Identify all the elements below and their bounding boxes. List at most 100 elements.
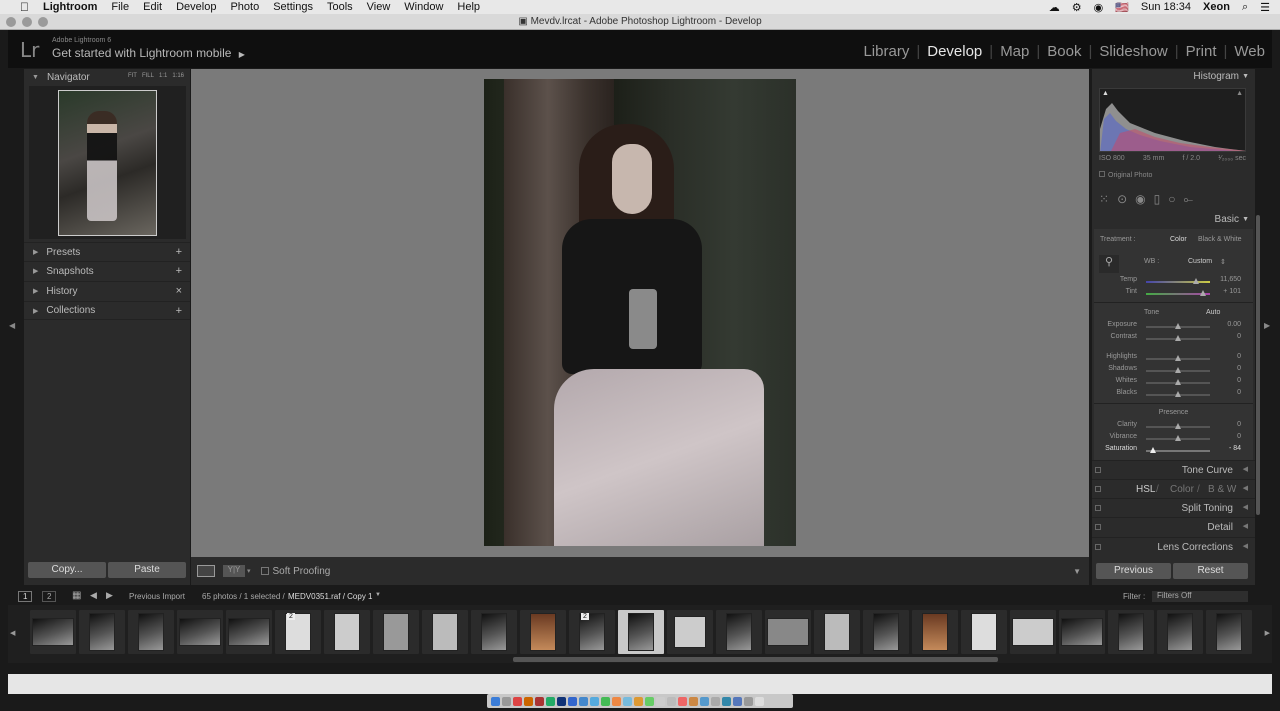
adjustment-brush-icon[interactable]: ⟜ (1183, 192, 1193, 207)
presets-section[interactable]: ▶ Presets + (24, 242, 190, 261)
app-icon[interactable] (590, 696, 599, 706)
exposure-knob[interactable] (1175, 323, 1181, 329)
file-menu-arrow-icon[interactable]: ▼ (375, 592, 381, 598)
app-icon[interactable] (678, 696, 687, 706)
filmstrip-thumbnail[interactable] (373, 610, 419, 654)
app-icon[interactable] (612, 696, 621, 706)
filmstrip-thumbnail[interactable] (1059, 610, 1105, 654)
whites-track[interactable] (1146, 379, 1210, 385)
left-panel-collapse-arrow-icon[interactable]: ◀ (9, 321, 15, 330)
expand-triangle-icon[interactable]: ◀ (1243, 503, 1248, 511)
filmstrip-thumbnail[interactable] (912, 610, 958, 654)
collapse-triangle-icon[interactable]: ▼ (1242, 69, 1249, 85)
module-library[interactable]: Library (856, 43, 916, 60)
exposure-slider[interactable]: Exposure 0.00 (1094, 321, 1253, 333)
expand-triangle-icon[interactable]: ▶ (33, 287, 38, 295)
clarity-track[interactable] (1146, 423, 1210, 429)
whites-value[interactable]: 0 (1237, 377, 1241, 384)
main-photo[interactable] (484, 79, 796, 546)
menu-photo[interactable]: Photo (230, 1, 259, 13)
filter-value[interactable]: Filters Off (1157, 591, 1192, 600)
contrast-slider[interactable]: Contrast 0 (1094, 333, 1253, 345)
current-file-name[interactable]: MEDV0351.raf / Copy 1 (288, 592, 372, 601)
back-arrow-icon[interactable]: ◀ (90, 590, 97, 601)
saturation-track[interactable] (1146, 447, 1210, 453)
grid-view-icon[interactable]: ▦ (72, 590, 81, 601)
module-develop[interactable]: Develop (920, 43, 989, 60)
hsl-tab[interactable]: HSL (1136, 484, 1155, 495)
tool-icon[interactable]: ⚙ (1072, 1, 1082, 14)
flag-icon[interactable]: 🇺🇸 (1115, 1, 1129, 14)
filmstrip-thumbnail[interactable] (520, 610, 566, 654)
stack-badge[interactable]: 2 (287, 613, 295, 620)
filmstrip-thumbnail[interactable] (1108, 610, 1154, 654)
app-icon[interactable] (634, 696, 643, 706)
hsl-section[interactable]: HSL / Color / B & W ◀ (1092, 479, 1255, 498)
clarity-knob[interactable] (1175, 423, 1181, 429)
navigator-thumbnail[interactable] (58, 90, 157, 236)
toolbar-menu-arrow-icon[interactable]: ▼ (1073, 567, 1081, 576)
menu-develop[interactable]: Develop (176, 1, 216, 13)
stack-badge[interactable]: 2 (581, 613, 589, 620)
saturation-slider[interactable]: Saturation - 84 (1094, 445, 1253, 457)
bw-tab[interactable]: B & W (1208, 484, 1236, 495)
filmstrip-thumbnail[interactable] (716, 610, 762, 654)
identity-plate-mobile[interactable]: Get started with Lightroom mobile ▶ (52, 46, 245, 60)
temp-value[interactable]: 11,650 (1220, 276, 1241, 283)
zoom-1-1[interactable]: 1:1 (159, 73, 167, 79)
menu-settings[interactable]: Settings (273, 1, 313, 13)
shadows-track[interactable] (1146, 367, 1210, 373)
shadows-slider[interactable]: Shadows 0 (1094, 365, 1253, 377)
detail-section[interactable]: Detail ◀ (1092, 517, 1255, 536)
app-icon[interactable] (546, 696, 555, 706)
filmstrip[interactable]: ◀ ▶ 2 2 (8, 605, 1272, 663)
app-icon[interactable] (733, 696, 742, 706)
tint-track[interactable] (1146, 290, 1210, 296)
expand-triangle-icon[interactable]: ◀ (1243, 465, 1248, 473)
saturation-value[interactable]: - 84 (1229, 445, 1241, 452)
expand-triangle-icon[interactable]: ▶ (33, 248, 38, 256)
filmstrip-thumbnail[interactable] (324, 610, 370, 654)
app-icon[interactable] (645, 696, 654, 706)
navigator-preview[interactable] (29, 86, 186, 239)
filmstrip-thumbnail[interactable] (1157, 610, 1203, 654)
trash-icon[interactable] (755, 696, 764, 706)
filmstrip-thumbnail[interactable] (961, 610, 1007, 654)
lens-corrections-section[interactable]: Lens Corrections ◀ (1092, 537, 1255, 556)
expand-triangle-icon[interactable]: ◀ (1243, 484, 1248, 492)
menu-edit[interactable]: Edit (143, 1, 162, 13)
tint-value[interactable]: + 101 (1223, 288, 1241, 295)
split-toning-section[interactable]: Split Toning ◀ (1092, 498, 1255, 517)
panel-toggle-switch[interactable] (1095, 544, 1101, 550)
blacks-knob[interactable] (1175, 391, 1181, 397)
menu-help[interactable]: Help (457, 1, 480, 13)
saturation-knob[interactable] (1150, 447, 1156, 453)
red-eye-icon[interactable]: ◉ (1135, 192, 1145, 206)
tone-curve-section[interactable]: Tone Curve ◀ (1092, 460, 1255, 479)
vibrance-slider[interactable]: Vibrance 0 (1094, 433, 1253, 445)
filmstrip-left-arrow-icon[interactable]: ◀ (10, 629, 15, 637)
add-snapshot-icon[interactable]: + (176, 265, 182, 277)
add-preset-icon[interactable]: + (176, 246, 182, 258)
loupe-view-icon[interactable] (197, 565, 215, 577)
image-canvas[interactable] (191, 69, 1089, 557)
temp-slider[interactable]: Temp 11,650 (1094, 276, 1253, 288)
contrast-value[interactable]: 0 (1237, 333, 1241, 340)
apple-icon[interactable]:  (20, 0, 34, 14)
filmstrip-thumbnail[interactable] (863, 610, 909, 654)
treatment-bw-option[interactable]: Black & White (1198, 236, 1242, 243)
menu-lightroom[interactable]: Lightroom (43, 1, 97, 13)
module-web[interactable]: Web (1227, 43, 1272, 60)
previous-button[interactable]: Previous (1096, 563, 1171, 579)
soft-proofing-label[interactable]: Soft Proofing (273, 566, 331, 577)
app-icon[interactable] (524, 696, 533, 706)
histogram-header[interactable]: Histogram ▼ (1092, 69, 1255, 85)
blacks-value[interactable]: 0 (1237, 389, 1241, 396)
filmstrip-thumbnail[interactable] (422, 610, 468, 654)
filmstrip-thumbnail[interactable]: 2 (569, 610, 615, 654)
filmstrip-thumbnail[interactable] (814, 610, 860, 654)
dropdown-arrow-icon[interactable]: ▾ (247, 567, 251, 575)
play-arrow-icon[interactable]: ▶ (239, 50, 245, 59)
wb-select[interactable]: Custom (1188, 258, 1212, 265)
module-map[interactable]: Map (993, 43, 1036, 60)
